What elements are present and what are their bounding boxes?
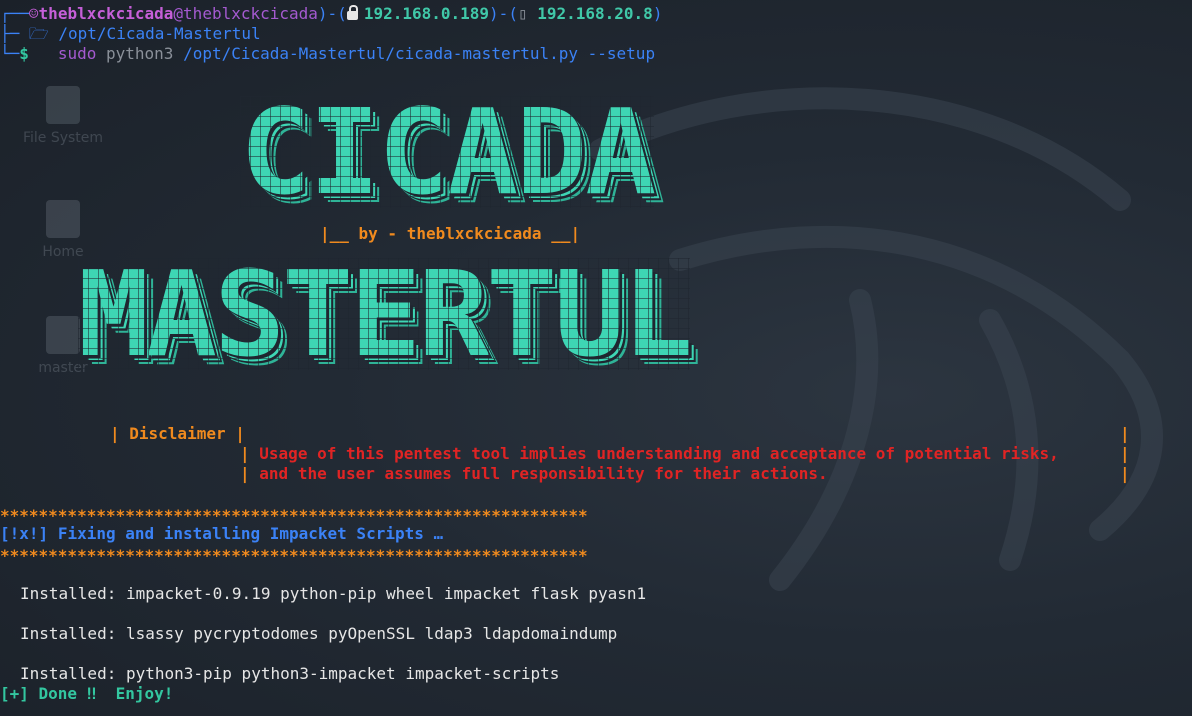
disclaimer-right-border: |: [1120, 444, 1130, 463]
prompt-symbol: $: [19, 44, 29, 63]
banner-title-cicada: CICADA: [240, 83, 656, 221]
installed-line-3: Installed: python3-pip python3-impacket …: [20, 664, 560, 683]
separator-stars: ****************************************…: [0, 506, 588, 525]
desktop-icon-label: File System: [22, 130, 104, 146]
network-icon: ▯: [517, 4, 538, 23]
prompt-user: theblxckcicada: [38, 4, 174, 23]
folder-open-icon: 🗁: [28, 24, 49, 43]
prompt-cwd-line: ├─ 🗁 /opt/Cicada-Mastertul: [0, 24, 261, 43]
cmd-args: /opt/Cicada-Mastertul/cicada-mastertul.p…: [183, 44, 656, 63]
prompt-header: ┌──☺theblxckcicada@theblxckcicada)-(192.…: [0, 4, 663, 23]
lock-icon: [346, 5, 358, 20]
skull-icon: ☺: [28, 4, 39, 23]
banner-title-mastertul: MASTERTUL: [78, 245, 693, 383]
folder-home-icon: [46, 200, 80, 238]
prompt-ip-vpn: 192.168.0.189: [363, 4, 490, 23]
status-done: [+] Done ‼ Enjoy!: [0, 684, 174, 703]
drive-icon: [46, 86, 80, 124]
disclaimer-right-border: |: [1120, 424, 1130, 443]
cmd-sudo: sudo: [57, 44, 97, 63]
cmd-bin: python3: [105, 44, 174, 63]
prompt-host: theblxckcicada: [183, 4, 318, 23]
disclaimer-label: | Disclaimer |: [110, 424, 245, 443]
disclaimer-line-1: | Usage of this pentest tool implies und…: [240, 444, 1059, 463]
disclaimer-right-border: |: [1120, 464, 1130, 483]
disclaimer-line-2: | and the user assumes full responsibili…: [240, 464, 828, 483]
command-line: └─$ sudo python3 /opt/Cicada-Mastertul/c…: [0, 44, 656, 63]
desktop-icon-file-system[interactable]: File System: [18, 86, 108, 146]
installed-line-2: Installed: lsassy pycryptodomes pyOpenSS…: [20, 624, 618, 643]
double-exclamation-icon: ‼: [86, 684, 97, 703]
folder-icon: [46, 316, 80, 354]
installed-line-1: Installed: impacket-0.9.19 python-pip wh…: [20, 584, 647, 603]
prompt-ip-local: 192.168.20.8: [537, 4, 653, 23]
status-fixing: [!x!] Fixing and installing Impacket Scr…: [0, 524, 444, 543]
separator-stars: ****************************************…: [0, 546, 588, 565]
banner-byline: |__ by - theblxckcicada __|: [320, 224, 581, 243]
prompt-cwd: /opt/Cicada-Mastertul: [58, 24, 261, 43]
